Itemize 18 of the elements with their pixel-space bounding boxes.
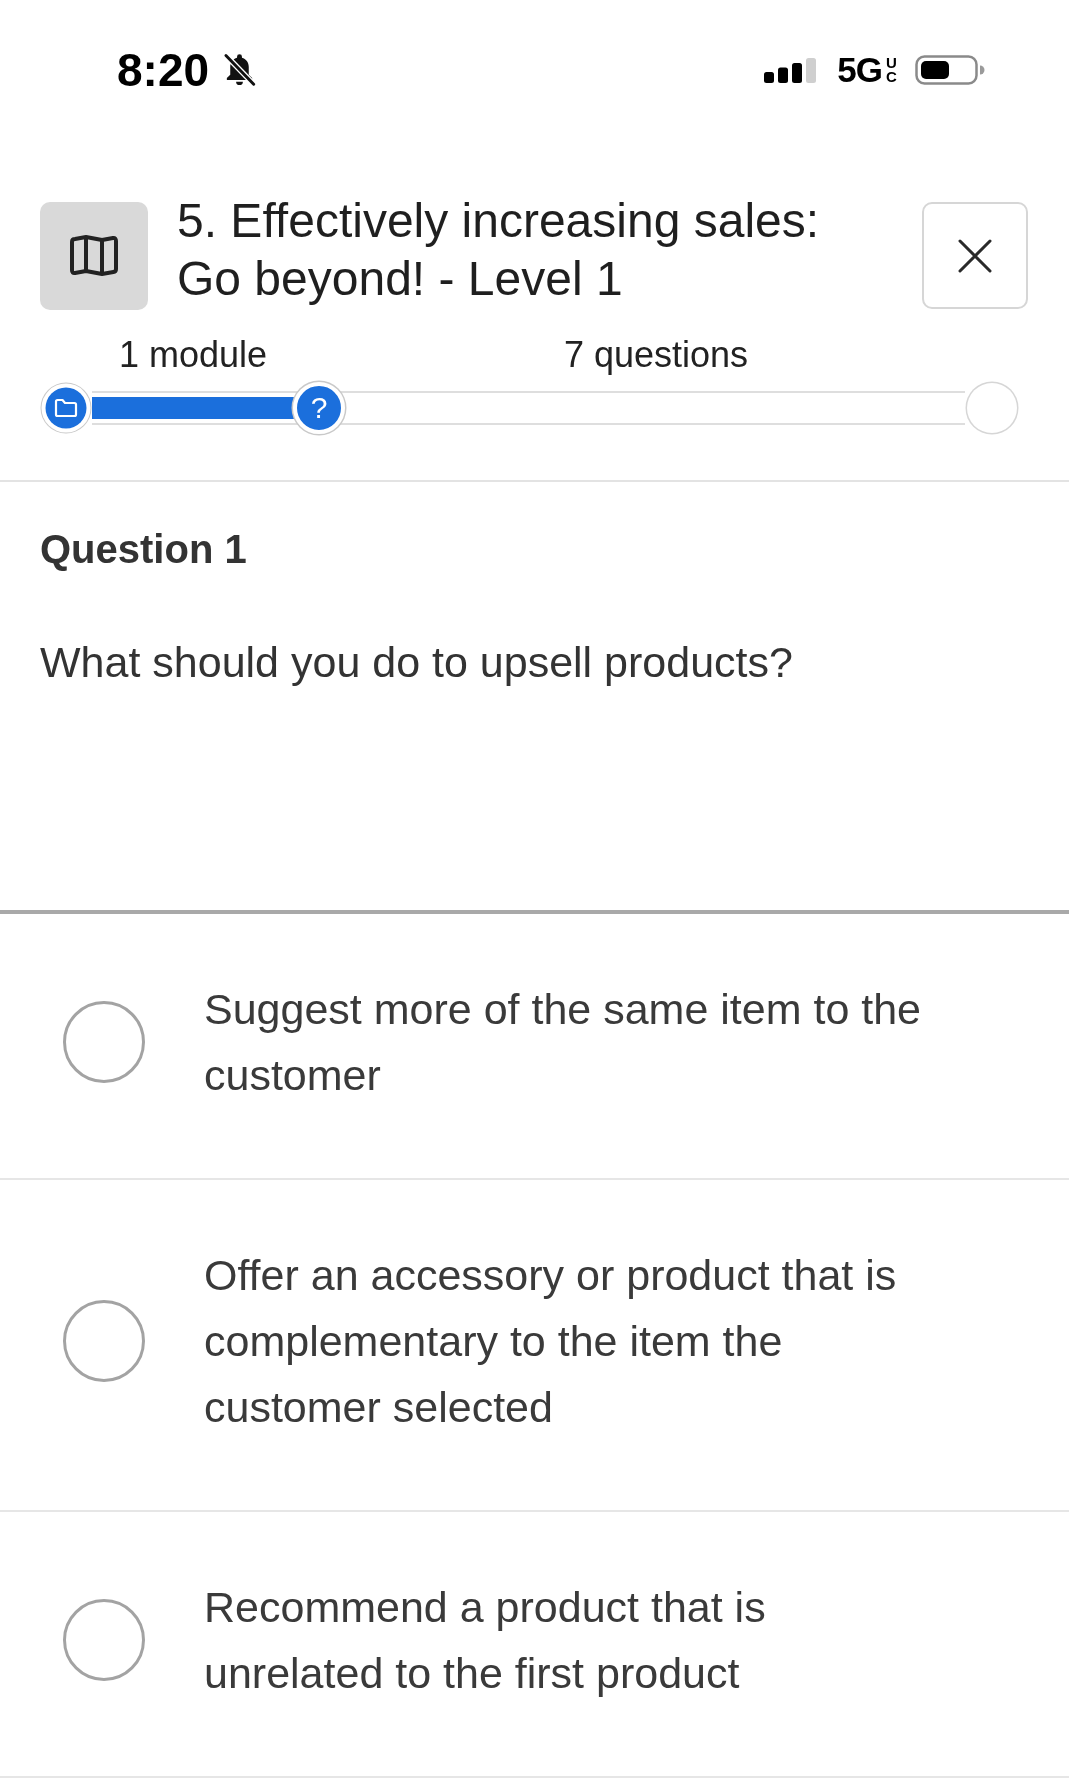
progress-label: 7 questions (563, 334, 749, 376)
current-position-marker: ? (292, 382, 345, 434)
question-text: What should you do to upsell products? (40, 637, 794, 688)
close-button[interactable] (922, 202, 1028, 309)
course-title: 5. Effectively increasing sales: Go beyond! - Level 1 (177, 193, 821, 307)
map-icon (40, 202, 148, 310)
status-time: 8:20 (117, 44, 210, 96)
progress-label: 1 module (118, 334, 267, 376)
signal-icon (764, 57, 818, 83)
network-suffix: UC (885, 56, 898, 84)
answer-text: Offer an accessory or product that is complementary to the item the customer selected (204, 1250, 898, 1433)
answer-text: Recommend a product that is unrelated to the first product (204, 1582, 767, 1699)
close-icon (958, 238, 992, 273)
answer-text: Suggest more of the same item to the customer (204, 984, 923, 1101)
network-label: 5G (837, 50, 882, 90)
battery-icon (915, 55, 985, 85)
question-number: Question 1 (40, 526, 248, 573)
folder-icon (40, 382, 92, 434)
